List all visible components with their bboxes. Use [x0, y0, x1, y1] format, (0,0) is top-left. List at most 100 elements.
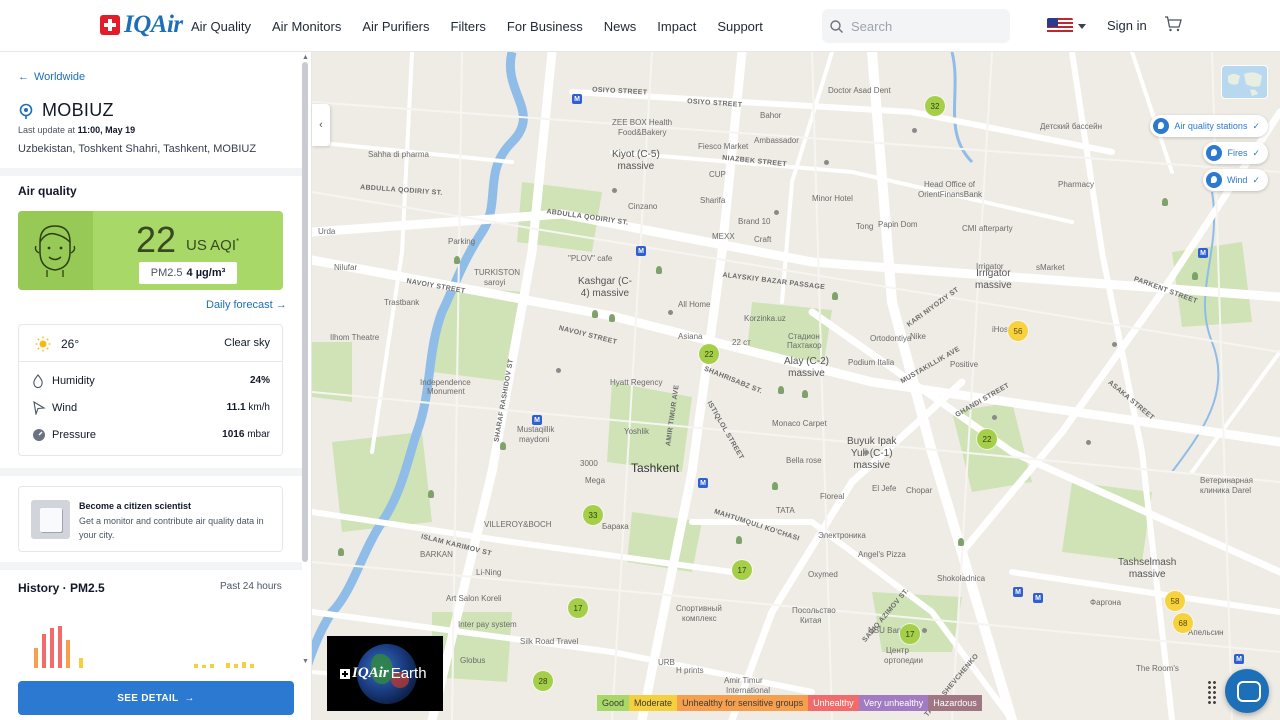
map-canvas[interactable]: Kiyot (C-5) massive Kashgar (C- 4) massive… [312, 52, 1280, 720]
place-label: клиника Darel [1200, 486, 1252, 495]
place-label: комплекс [682, 614, 717, 623]
metro-station-icon[interactable]: M [532, 415, 542, 425]
aqi-unit: US AQI* [186, 237, 239, 254]
cart-icon[interactable] [1164, 16, 1182, 32]
layer-toggle-fires[interactable]: Fires ✓ [1203, 142, 1268, 164]
aqi-station-marker[interactable]: 28 [533, 671, 553, 691]
iqair-earth-link[interactable]: IQAir Earth [327, 636, 443, 711]
nav-air-purifiers[interactable]: Air Purifiers [362, 19, 429, 34]
metro-station-icon[interactable]: M [1198, 248, 1208, 258]
panel-scrollbar[interactable] [302, 62, 308, 562]
search-input[interactable] [851, 18, 1001, 34]
pressure-label: Pressure [52, 429, 97, 441]
history-bar [194, 664, 198, 668]
place-label: Sharifa [700, 196, 726, 205]
checkmark-icon: ✓ [1252, 174, 1260, 185]
park-icon [832, 292, 838, 300]
search-box[interactable] [822, 9, 1010, 43]
nav-news[interactable]: News [604, 19, 637, 34]
language-dropdown-caret-icon[interactable] [1078, 24, 1086, 29]
metro-station-icon[interactable]: M [572, 94, 582, 104]
place-label: All Home [678, 300, 711, 309]
place-label: ZEE BOX Health [612, 118, 673, 127]
aqi-station-marker[interactable]: 68 [1173, 613, 1193, 633]
place-label: Cinzano [628, 202, 658, 211]
aqi-station-marker[interactable]: 32 [925, 96, 945, 116]
scroll-up-icon[interactable]: ▲ [302, 54, 309, 61]
basemap-switcher-thumbnail[interactable] [1221, 65, 1268, 99]
park-icon [609, 314, 615, 322]
grid-dots-icon[interactable] [1207, 680, 1217, 704]
metro-station-icon[interactable]: M [1033, 593, 1043, 603]
aqi-unit-mark: * [236, 237, 240, 246]
sign-in-link[interactable]: Sign in [1107, 18, 1147, 33]
section-divider [0, 468, 302, 476]
legend-good: Good [597, 695, 630, 711]
district-suffix: massive [617, 161, 655, 172]
place-label: Yoshlik [624, 427, 650, 436]
nav-air-quality[interactable]: Air Quality [191, 19, 251, 34]
wind-row: Wind 11.1 km/h [19, 397, 282, 421]
aqi-station-marker[interactable]: 17 [568, 598, 588, 618]
chat-support-button[interactable] [1225, 669, 1269, 713]
poi-dot [556, 368, 561, 373]
aqi-pollutant-box: PM2.5 4 µg/m³ [139, 262, 237, 284]
place-label: Monument [427, 387, 465, 396]
daily-forecast-link[interactable]: Daily forecast → [206, 299, 287, 311]
metro-station-icon[interactable]: M [1013, 587, 1023, 597]
sun-icon [35, 336, 51, 352]
humidity-value: 24% [250, 375, 270, 386]
aqi-station-marker[interactable]: 58 [1165, 591, 1185, 611]
park-icon [656, 266, 662, 274]
aqi-station-marker[interactable]: 22 [699, 344, 719, 364]
pressure-unit: mbar [247, 429, 270, 440]
place-label: CUP [709, 170, 726, 179]
layer-toggle-air-quality-stations[interactable]: Air quality stations ✓ [1150, 115, 1268, 137]
wind-icon [1205, 172, 1222, 188]
nav-for-business[interactable]: For Business [507, 19, 583, 34]
park-icon [338, 548, 344, 556]
iqair-logo[interactable]: IQAir [100, 12, 183, 37]
aqi-station-marker[interactable]: 17 [900, 624, 920, 644]
earth-logo-text: IQAir Earth [340, 665, 427, 682]
aqi-station-marker[interactable]: 56 [1008, 321, 1028, 341]
aqi-card: 22 US AQI* PM2.5 4 µg/m³ [18, 211, 283, 290]
nav-impact[interactable]: Impact [657, 19, 696, 34]
nav-filters[interactable]: Filters [451, 19, 486, 34]
place-label: Спортивный [676, 604, 722, 613]
metro-station-icon[interactable]: M [698, 478, 708, 488]
collapse-panel-button[interactable]: ‹ [312, 104, 330, 146]
wind-number: 11.1 [226, 402, 246, 413]
citizen-scientist-card[interactable]: Become a citizen scientist Get a monitor… [18, 486, 283, 552]
place-label: TATA [776, 506, 795, 515]
history-bar [250, 664, 254, 668]
layer-label: Air quality stations [1174, 121, 1248, 131]
chevron-left-icon: ‹ [319, 119, 323, 131]
legend-unhealthy: Unhealthy [808, 695, 859, 711]
district-name-2: Yuli (C-1) [850, 448, 893, 459]
district-label: Kiyot (C-5) massive [612, 149, 660, 173]
scroll-down-icon[interactable]: ▼ [302, 658, 309, 665]
legend-hazardous: Hazardous [928, 695, 982, 711]
place-label: Silk Road Travel [520, 637, 579, 646]
place-label: Asiana [678, 332, 703, 341]
district-suffix: massive [1128, 569, 1166, 580]
pressure-value: 1016 mbar [222, 429, 270, 440]
see-detail-button[interactable]: SEE DETAIL → [18, 681, 294, 715]
aqi-station-marker[interactable]: 33 [583, 505, 603, 525]
place-label: Ilhom Theatre [330, 333, 380, 342]
nav-support[interactable]: Support [717, 19, 763, 34]
aqi-station-marker[interactable]: 17 [732, 560, 752, 580]
legend-moderate: Moderate [629, 695, 678, 711]
metro-station-icon[interactable]: M [1234, 654, 1244, 664]
place-label: Tong [856, 222, 874, 231]
aqi-legend: Good Moderate Unhealthy for sensitive gr… [597, 695, 982, 711]
nav-air-monitors[interactable]: Air Monitors [272, 19, 341, 34]
back-to-worldwide-link[interactable]: ← Worldwide [18, 71, 85, 83]
us-flag-icon[interactable] [1047, 18, 1073, 34]
layer-label: Fires [1227, 148, 1248, 158]
metro-station-icon[interactable]: M [636, 246, 646, 256]
aqi-station-marker[interactable]: 22 [977, 429, 997, 449]
checkmark-icon: ✓ [1252, 147, 1260, 158]
layer-toggle-wind[interactable]: Wind ✓ [1202, 169, 1268, 191]
